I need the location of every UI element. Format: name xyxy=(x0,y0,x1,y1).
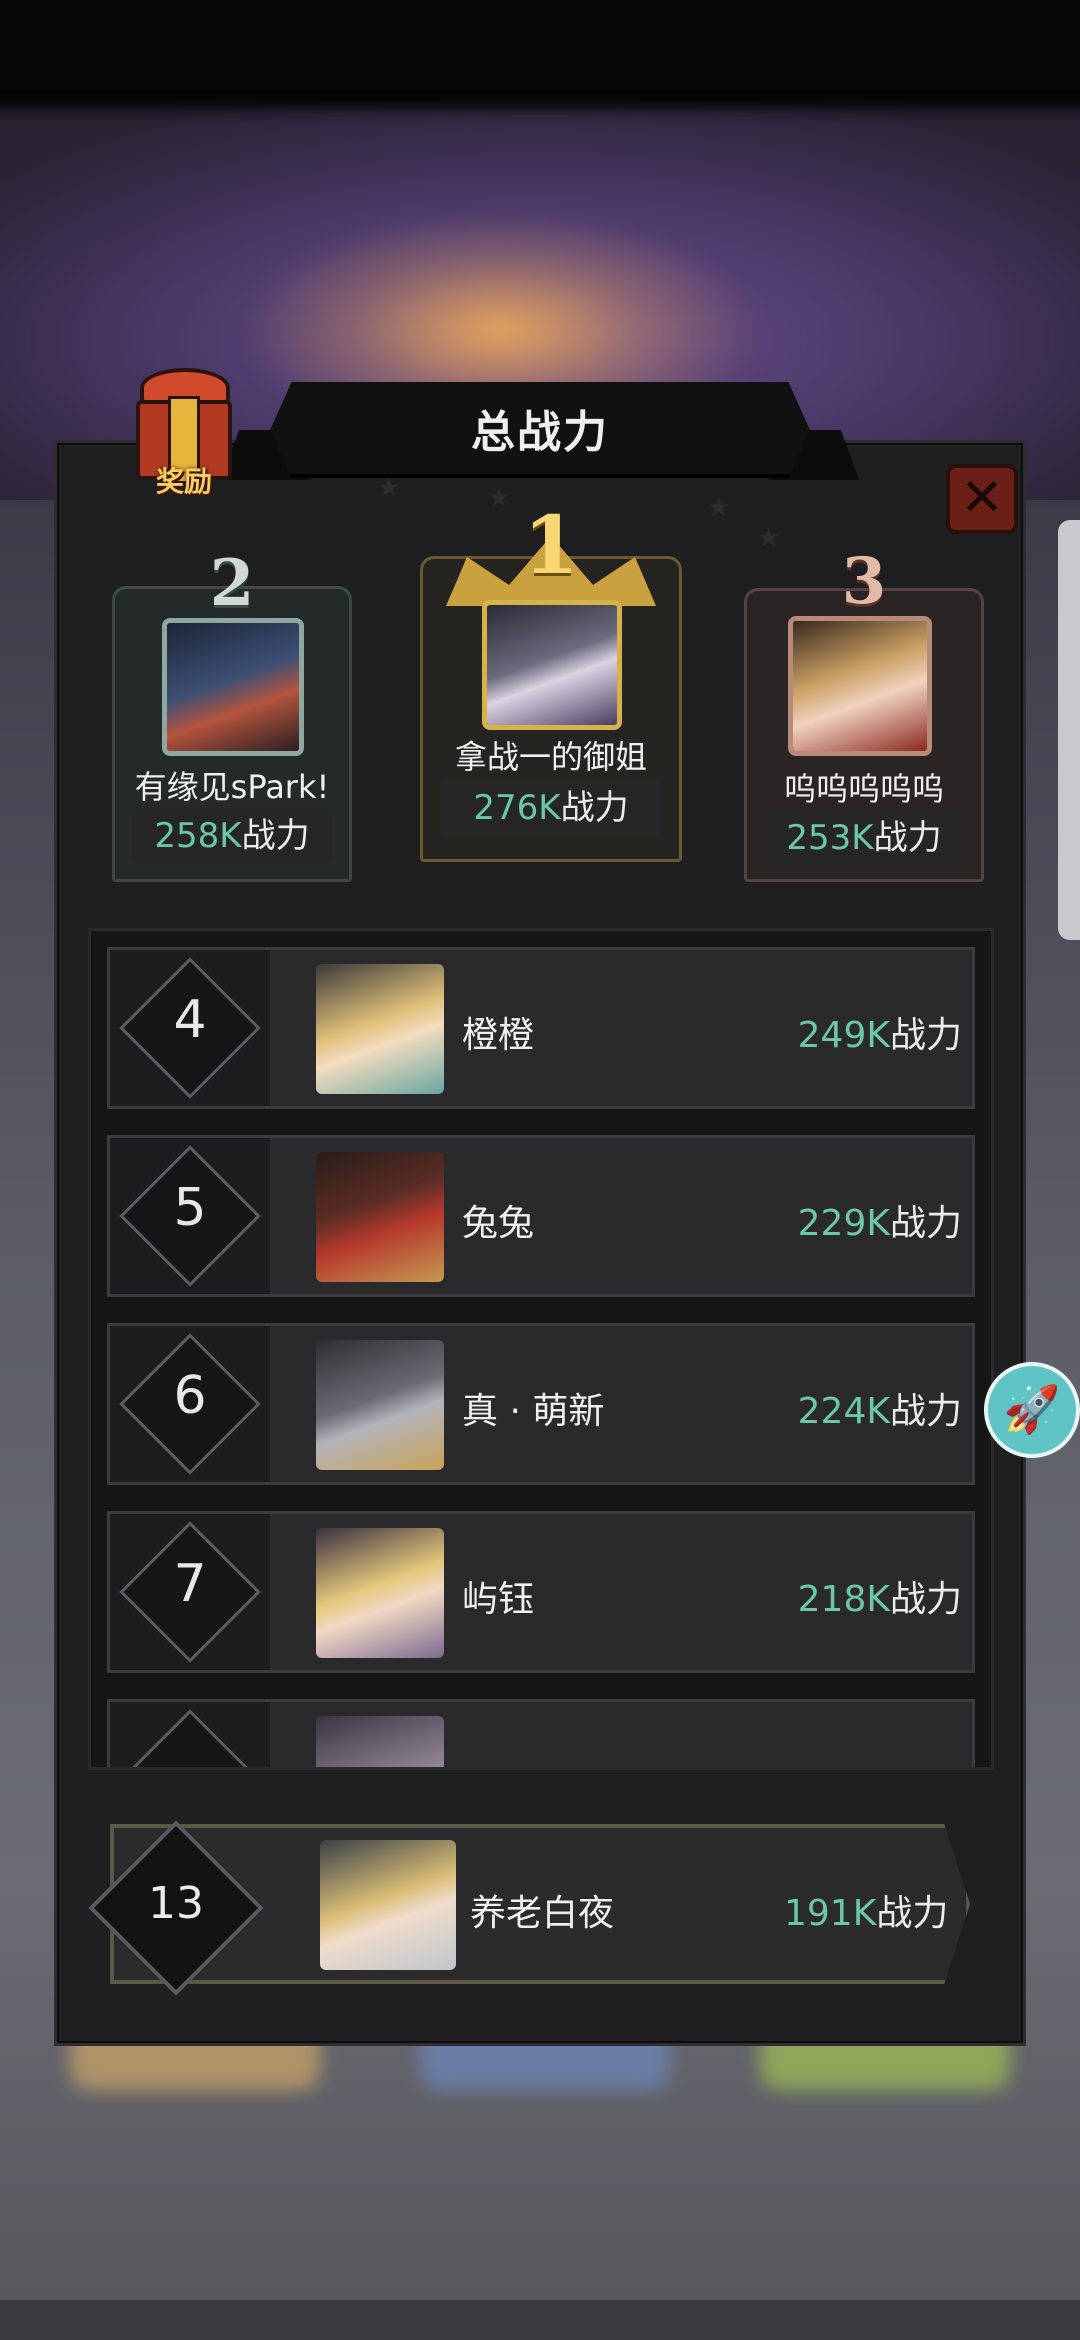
podium-rank-number: 2 xyxy=(209,546,255,621)
own-player-name: 养老白夜 xyxy=(470,1893,615,1934)
own-rank-number: 13 xyxy=(148,1878,204,1929)
background-bottom-strip xyxy=(0,2300,1080,2340)
avatar xyxy=(316,1716,444,1767)
power-unit: 战力 xyxy=(889,1015,962,1056)
rocket-icon: 🚀 xyxy=(1003,1382,1061,1436)
podium-power: 258K战力 xyxy=(132,808,332,864)
avatar-portrait xyxy=(167,623,299,751)
player-name: 真 · 萌新 xyxy=(462,1391,605,1432)
rank-number: 5 xyxy=(173,1178,207,1238)
power-unit: 战力 xyxy=(889,1391,962,1432)
power-unit: 战力 xyxy=(889,1203,962,1244)
podium-power: 276K战力 xyxy=(440,780,662,836)
power-unit: 战力 xyxy=(873,818,942,858)
decor-star-icon: ★ xyxy=(707,493,731,523)
rocket-button[interactable]: 🚀 xyxy=(984,1362,1080,1458)
page-title: 总战力 xyxy=(471,407,609,458)
podium-player-name: 有缘见sPark! xyxy=(134,768,330,806)
rank-number: 4 xyxy=(173,990,207,1050)
avatar xyxy=(316,1152,444,1282)
rank-number: 7 xyxy=(173,1554,207,1614)
own-avatar xyxy=(320,1840,456,1970)
close-icon: ✕ xyxy=(960,468,1004,528)
power-unit: 战力 xyxy=(876,1893,949,1934)
reward-button[interactable]: 奖励 xyxy=(116,360,256,500)
player-power: 229K战力 xyxy=(798,1194,962,1246)
player-power: 249K战力 xyxy=(798,1006,962,1058)
rank-number: 6 xyxy=(173,1366,207,1426)
power-value: 249K xyxy=(797,1015,890,1056)
ranking-list[interactable]: 4 橙橙 249K战力 5 兔兔 229K战力 6 真 · 萌新 224K战力 … xyxy=(88,928,994,1770)
reward-label: 奖励 xyxy=(155,465,212,498)
avatar xyxy=(316,1340,444,1470)
close-button[interactable]: ✕ xyxy=(946,464,1018,534)
podium-power: 253K战力 xyxy=(764,810,964,866)
podium-player-name: 拿战一的御姐 xyxy=(454,738,647,776)
power-value: 258K xyxy=(154,816,242,856)
avatar-portrait xyxy=(487,605,617,725)
podium-rank-number: 3 xyxy=(841,544,887,619)
avatar xyxy=(482,600,622,730)
ranking-row[interactable]: 4 橙橙 249K战力 xyxy=(107,947,975,1109)
own-player-power: 191K战力 xyxy=(784,1884,948,1936)
power-value: 191K xyxy=(784,1893,877,1934)
power-value: 224K xyxy=(797,1391,890,1432)
ranking-row[interactable]: 7 屿钰 218K战力 xyxy=(107,1511,975,1673)
player-name: 橙橙 xyxy=(462,1015,535,1056)
ranking-row-partial[interactable] xyxy=(107,1699,975,1767)
side-edge-handle[interactable] xyxy=(1058,520,1080,940)
avatar xyxy=(788,616,932,756)
podium-card-rank-3[interactable]: 3 呜呜呜呜呜 253K战力 xyxy=(744,544,984,882)
power-value: 229K xyxy=(797,1203,890,1244)
power-value: 218K xyxy=(797,1579,890,1620)
podium-rank-number: 1 xyxy=(523,498,579,592)
ranking-row[interactable]: 5 兔兔 229K战力 xyxy=(107,1135,975,1297)
avatar xyxy=(316,964,444,1094)
podium-player-name: 呜呜呜呜呜 xyxy=(783,770,944,808)
player-name: 兔兔 xyxy=(462,1203,535,1244)
power-unit: 战力 xyxy=(560,788,629,828)
avatar-portrait xyxy=(793,621,927,751)
power-unit: 战力 xyxy=(889,1579,962,1620)
avatar xyxy=(162,618,304,756)
status-bar-area xyxy=(0,0,1080,110)
power-unit: 战力 xyxy=(241,816,310,856)
player-name: 屿钰 xyxy=(462,1579,535,1620)
podium-card-rank-2[interactable]: 2 有缘见sPark! 258K战力 xyxy=(112,546,352,882)
power-value: 276K xyxy=(473,788,561,828)
player-power: 224K战力 xyxy=(798,1382,962,1434)
podium-card-rank-1[interactable]: 1 拿战一的御姐 276K战力 xyxy=(420,498,682,862)
avatar xyxy=(316,1528,444,1658)
player-power: 218K战力 xyxy=(798,1570,962,1622)
power-value: 253K xyxy=(786,818,874,858)
ranking-row[interactable]: 6 真 · 萌新 224K战力 xyxy=(107,1323,975,1485)
